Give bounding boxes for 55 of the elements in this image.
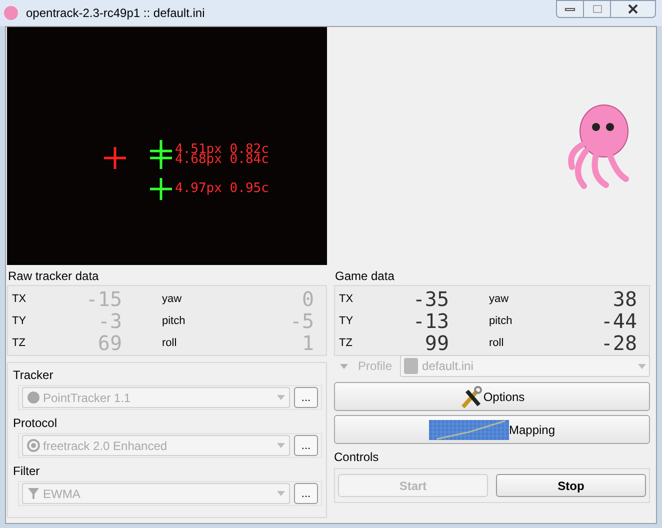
tracker-logo-icon <box>27 391 40 404</box>
crosshair-icon <box>150 178 172 200</box>
group-title: Filter <box>13 463 41 480</box>
minimize-button[interactable] <box>556 0 584 18</box>
options-button[interactable]: Options <box>334 382 650 411</box>
caret-icon <box>340 364 348 368</box>
group-title: Controls <box>334 449 380 466</box>
funnel-icon <box>27 487 40 500</box>
crosshair-icon <box>104 147 126 169</box>
curve-graph-icon <box>428 420 509 440</box>
crosshair-icon <box>150 147 172 169</box>
axis-label: yaw <box>162 292 183 307</box>
axis-label: TY <box>12 314 28 329</box>
file-icon <box>404 358 418 374</box>
dropdown-arrow-icon <box>277 395 285 400</box>
group-title: Tracker <box>13 367 54 384</box>
close-button[interactable] <box>610 0 656 18</box>
axis-label: pitch <box>489 314 514 329</box>
axis-label: TY <box>339 314 354 329</box>
lcd-value: 1 <box>300 332 315 354</box>
axis-label: pitch <box>162 314 186 329</box>
axis-label: TX <box>12 292 28 307</box>
maximize-icon <box>592 5 602 13</box>
group-title: Raw tracker data <box>8 268 100 285</box>
axis-label: roll <box>489 336 505 351</box>
group-title: Protocol <box>13 415 58 432</box>
lcd-value: 38 <box>612 288 638 310</box>
lcd-value: -28 <box>600 332 638 354</box>
tools-icon <box>459 384 484 408</box>
lcd-value: 99 <box>424 332 449 354</box>
point-reading: 4.97px 0.95c <box>175 182 269 195</box>
close-icon <box>628 4 638 14</box>
axis-label: TZ <box>12 336 26 351</box>
lcd-value: -35 <box>412 288 449 310</box>
window-title: opentrack-2.3-rc49p1 :: default.ini <box>26 5 205 22</box>
axis-label: roll <box>162 336 178 351</box>
axis-label: TZ <box>339 336 354 351</box>
dropdown-arrow-icon <box>638 364 646 368</box>
lcd-value: -15 <box>84 288 122 310</box>
group-title: Game data <box>335 268 396 285</box>
control-button[interactable]: Stop <box>496 474 646 497</box>
lcd-value: -3 <box>96 310 122 332</box>
dropdown-arrow-icon <box>277 443 285 448</box>
lcd-value: -44 <box>600 310 638 332</box>
axis-label: TX <box>339 292 354 307</box>
lcd-value: -13 <box>412 310 449 332</box>
dropdown-arrow-icon <box>277 491 285 496</box>
mapping-button[interactable]: Mapping <box>334 415 650 444</box>
octopus-icon <box>4 6 18 20</box>
lcd-value: -5 <box>288 310 315 332</box>
lcd-value: 0 <box>300 288 315 310</box>
globe-icon <box>27 439 40 452</box>
axis-label: yaw <box>489 292 510 307</box>
lcd-value: 69 <box>96 332 122 354</box>
minimize-icon <box>565 8 575 10</box>
